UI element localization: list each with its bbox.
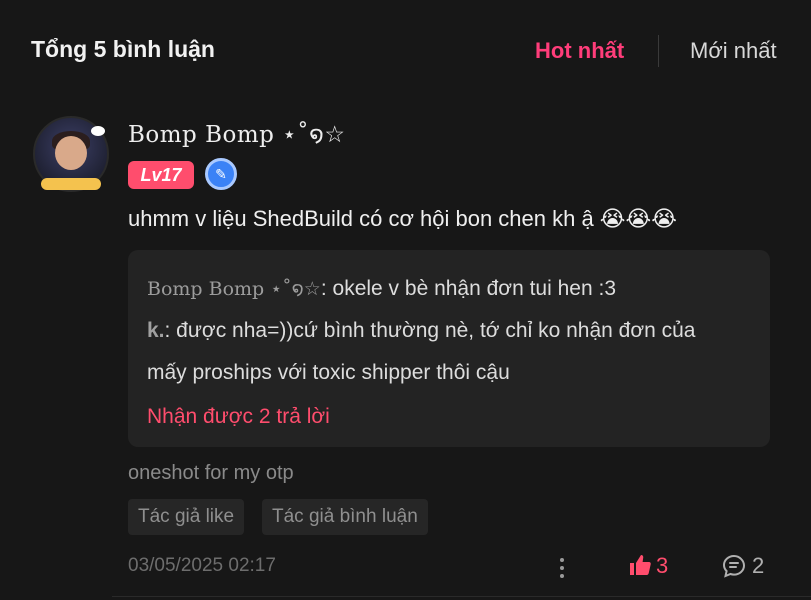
reply-2-text: : được nha=))cứ bình thường nè, tớ chỉ k… bbox=[164, 319, 696, 342]
comment-icon[interactable] bbox=[721, 553, 747, 579]
reply-2-author[interactable]: k. bbox=[147, 319, 165, 342]
avatar[interactable] bbox=[33, 116, 109, 192]
author-comment-tag: Tác giả bình luận bbox=[262, 499, 428, 535]
reply-2-continued: mấy proships với toxic shipper thôi cậu bbox=[147, 361, 510, 384]
avatar-badge bbox=[41, 178, 101, 190]
avatar-speech-bubble bbox=[91, 126, 105, 136]
reply-1-text: : okele v bè nhận đơn tui hen :3 bbox=[320, 277, 616, 300]
reply-2: k.: được nha=))cứ bình thường nè, tớ chỉ… bbox=[147, 319, 695, 343]
reply-1: Bomp Bomp ⋆˚໑☆: okele v bè nhận đơn tui … bbox=[147, 277, 616, 301]
divider bbox=[112, 596, 811, 597]
comment-text: uhmm v liệu ShedBuild có cơ hội bon chen… bbox=[128, 206, 677, 231]
level-badge: Lv17 bbox=[128, 161, 194, 189]
comment-caption: oneshot for my otp bbox=[128, 462, 294, 484]
avatar-face bbox=[55, 136, 87, 170]
verified-pen-icon: ✎ bbox=[205, 158, 237, 190]
sort-hot-tab[interactable]: Hot nhất bbox=[535, 38, 624, 64]
author-like-tag: Tác giả like bbox=[128, 499, 245, 535]
sort-new-tab[interactable]: Mới nhất bbox=[690, 38, 777, 64]
thumbs-up-icon[interactable] bbox=[628, 553, 652, 577]
comments-count-title: Tổng 5 bình luận bbox=[31, 36, 215, 62]
comment-count: 2 bbox=[752, 553, 765, 578]
comments-header: Tổng 5 bình luận Hot nhất Mới nhất bbox=[0, 0, 811, 100]
comment-username[interactable]: Bomp Bomp ⋆˚໑☆ bbox=[128, 122, 345, 148]
sort-divider bbox=[658, 35, 659, 67]
more-vertical-icon[interactable] bbox=[558, 556, 566, 578]
reply-1-author[interactable]: Bomp Bomp ⋆˚໑☆ bbox=[147, 278, 321, 300]
like-count: 3 bbox=[656, 553, 669, 578]
view-replies-link[interactable]: Nhận được 2 trả lời bbox=[147, 405, 330, 429]
comment-timestamp: 03/05/2025 02:17 bbox=[128, 555, 276, 576]
